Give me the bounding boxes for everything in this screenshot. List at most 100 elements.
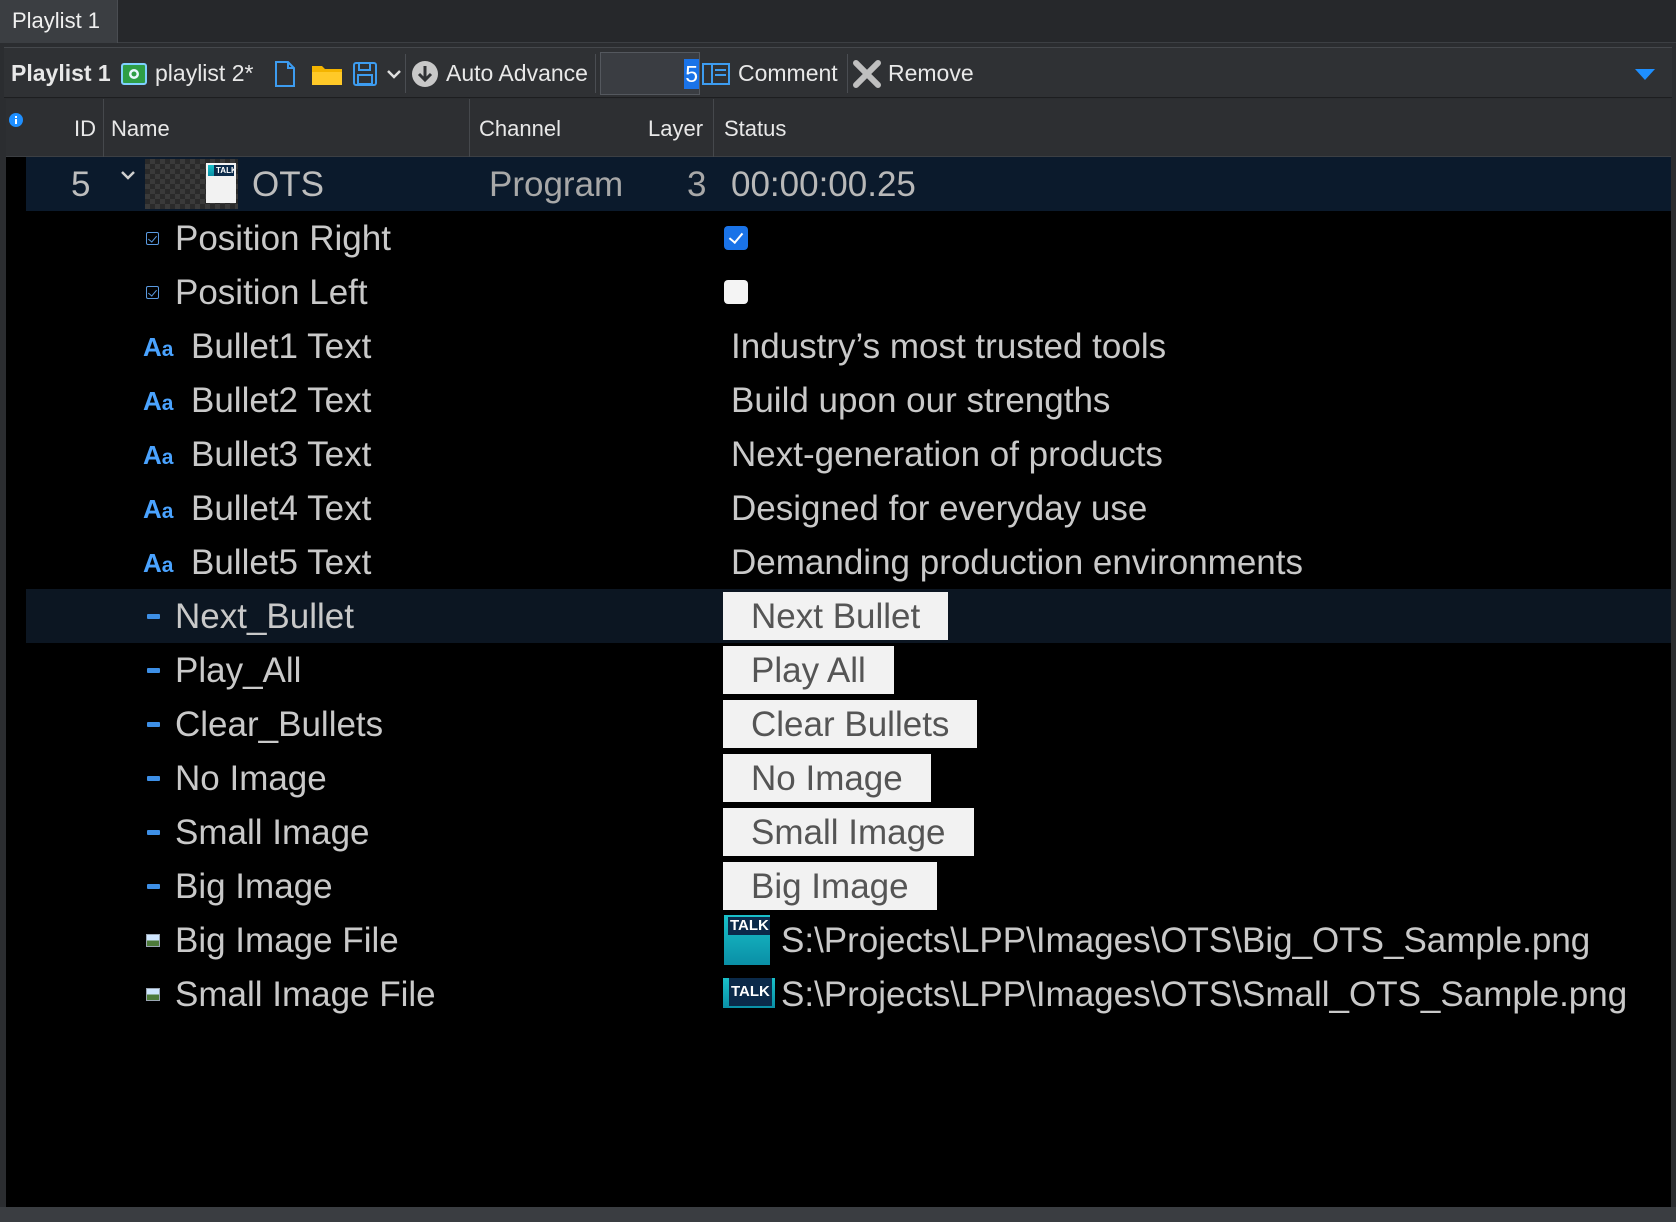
chevron-down-icon bbox=[387, 69, 401, 79]
item-thumbnail: TALK bbox=[145, 159, 238, 209]
field-row-small-image-file: Small Image File TALK S:\Projects\LPP\Im… bbox=[26, 967, 1671, 1021]
save-button[interactable] bbox=[353, 48, 377, 99]
open-folder-button[interactable] bbox=[311, 48, 343, 99]
clear-bullets-button[interactable]: Clear Bullets bbox=[723, 700, 978, 748]
field-row-bullet5: Aa Bullet5 Text Demanding production env… bbox=[26, 535, 1671, 589]
field-row-bullet4: Aa Bullet4 Text Designed for everyday us… bbox=[26, 481, 1671, 535]
triangle-down-icon bbox=[1635, 68, 1655, 80]
action-field-icon bbox=[147, 614, 160, 619]
field-label: Small Image File bbox=[175, 975, 436, 1014]
field-label: Position Right bbox=[175, 219, 391, 258]
field-label: Position Left bbox=[175, 273, 368, 312]
action-field-icon bbox=[147, 830, 160, 835]
auto-advance-icon bbox=[412, 60, 438, 87]
playlist-item-row[interactable]: 5 TALK OTS Program 3 00:00:00.25 bbox=[26, 157, 1671, 211]
field-row-big-image: Big Image Big Image bbox=[26, 859, 1671, 913]
bullet3-text-value[interactable]: Next-generation of products bbox=[731, 427, 1163, 481]
text-field-icon: Aa bbox=[143, 332, 174, 362]
field-row-bullet3: Aa Bullet3 Text Next-generation of produ… bbox=[26, 427, 1671, 481]
auto-advance-label: Auto Advance bbox=[446, 60, 588, 86]
field-label: Big Image bbox=[175, 867, 333, 906]
field-row-position-right: Position Right bbox=[26, 211, 1671, 265]
field-row-no-image: No Image No Image bbox=[26, 751, 1671, 805]
counter-value: 5 bbox=[684, 58, 699, 89]
comment-label: Comment bbox=[738, 60, 838, 86]
big-image-file-path[interactable]: S:\Projects\LPP\Images\OTS\Big_OTS_Sampl… bbox=[781, 913, 1590, 967]
toolbar-overflow-button[interactable] bbox=[1634, 48, 1656, 99]
action-field-icon bbox=[147, 722, 160, 727]
field-label: Next_Bullet bbox=[175, 597, 354, 636]
info-icon[interactable] bbox=[9, 113, 23, 127]
field-label: Bullet5 Text bbox=[191, 543, 372, 582]
text-field-icon: Aa bbox=[143, 494, 174, 524]
field-row-next-bullet: Next_Bullet Next Bullet bbox=[26, 589, 1671, 643]
action-field-icon bbox=[147, 776, 160, 781]
tab-strip: Playlist 1 bbox=[0, 0, 1676, 43]
big-image-thumbnail: TALK bbox=[724, 915, 770, 965]
field-label: Bullet1 Text bbox=[191, 327, 372, 366]
auto-advance-button[interactable]: Auto Advance bbox=[410, 48, 588, 99]
grid-header: ID Name Channel Layer Status bbox=[6, 99, 1671, 157]
column-divider bbox=[713, 99, 714, 157]
column-divider bbox=[469, 99, 470, 157]
field-label: Play_All bbox=[175, 651, 302, 690]
field-row-big-image-file: Big Image File TALK S:\Projects\LPP\Imag… bbox=[26, 913, 1671, 967]
action-field-icon bbox=[147, 884, 160, 889]
small-image-file-path[interactable]: S:\Projects\LPP\Images\OTS\Small_OTS_Sam… bbox=[781, 967, 1627, 1021]
item-layer: 3 bbox=[687, 165, 707, 204]
bullet1-text-value[interactable]: Industry’s most trusted tools bbox=[731, 319, 1166, 373]
action-field-icon bbox=[147, 668, 160, 673]
column-header-layer[interactable]: Layer bbox=[648, 99, 703, 157]
thumbnail-talk-logo: TALK bbox=[208, 165, 234, 176]
position-left-checkbox[interactable] bbox=[724, 280, 748, 304]
toolbar-divider bbox=[405, 54, 406, 93]
bullet2-text-value[interactable]: Build upon our strengths bbox=[731, 373, 1110, 427]
chevron-down-icon[interactable] bbox=[120, 169, 136, 181]
next-bullet-button[interactable]: Next Bullet bbox=[723, 592, 949, 640]
item-status: 00:00:00.25 bbox=[731, 165, 916, 204]
bullet5-text-value[interactable]: Demanding production environments bbox=[731, 535, 1303, 589]
field-label: Bullet3 Text bbox=[191, 435, 372, 474]
new-file-button[interactable] bbox=[274, 48, 296, 99]
play-all-button[interactable]: Play All bbox=[723, 646, 894, 694]
toolbar: Playlist 1 playlist 2* Auto Advance 5 Co… bbox=[4, 47, 1672, 98]
column-header-channel[interactable]: Channel bbox=[479, 99, 561, 157]
counter-input[interactable]: 5 bbox=[600, 52, 700, 95]
field-row-clear-bullets: Clear_Bullets Clear Bullets bbox=[26, 697, 1671, 751]
position-right-checkbox[interactable] bbox=[724, 226, 748, 250]
column-header-status[interactable]: Status bbox=[724, 99, 786, 157]
toolbar-divider bbox=[595, 54, 596, 93]
no-image-button[interactable]: No Image bbox=[723, 754, 931, 802]
item-id: 5 bbox=[71, 165, 91, 204]
text-field-icon: Aa bbox=[143, 548, 174, 578]
boolean-field-icon bbox=[146, 286, 159, 299]
comment-button[interactable]: Comment bbox=[702, 48, 838, 99]
field-label: Bullet4 Text bbox=[191, 489, 372, 528]
item-name: OTS bbox=[252, 165, 324, 204]
field-label: Clear_Bullets bbox=[175, 705, 384, 744]
new-file-icon bbox=[275, 60, 295, 87]
remove-button[interactable]: Remove bbox=[852, 48, 974, 99]
save-menu-chevron[interactable] bbox=[386, 48, 402, 99]
field-row-play-all: Play_All Play All bbox=[26, 643, 1671, 697]
field-label: Big Image File bbox=[175, 921, 399, 960]
image-field-icon bbox=[146, 988, 160, 1001]
horizontal-scrollbar[interactable] bbox=[0, 1207, 1676, 1222]
field-row-bullet2: Aa Bullet2 Text Build upon our strengths bbox=[26, 373, 1671, 427]
playlist-label: Playlist 1 bbox=[11, 60, 111, 86]
field-row-bullet1: Aa Bullet1 Text Industry’s most trusted … bbox=[26, 319, 1671, 373]
field-label: Bullet2 Text bbox=[191, 381, 372, 420]
big-image-button[interactable]: Big Image bbox=[723, 862, 937, 910]
field-row-position-left: Position Left bbox=[26, 265, 1671, 319]
text-field-icon: Aa bbox=[143, 386, 174, 416]
bullet4-text-value[interactable]: Designed for everyday use bbox=[731, 481, 1147, 535]
thumbnail-page: TALK bbox=[206, 163, 236, 203]
column-header-id[interactable]: ID bbox=[74, 99, 96, 157]
boolean-field-icon bbox=[146, 232, 159, 245]
small-image-thumbnail: TALK bbox=[723, 978, 775, 1008]
column-header-name[interactable]: Name bbox=[111, 99, 170, 157]
playlist-name: playlist 2* bbox=[155, 60, 254, 86]
playlist-selector[interactable]: playlist 2* bbox=[121, 48, 253, 99]
small-image-button[interactable]: Small Image bbox=[723, 808, 974, 856]
tab-playlist-1[interactable]: Playlist 1 bbox=[0, 0, 118, 43]
